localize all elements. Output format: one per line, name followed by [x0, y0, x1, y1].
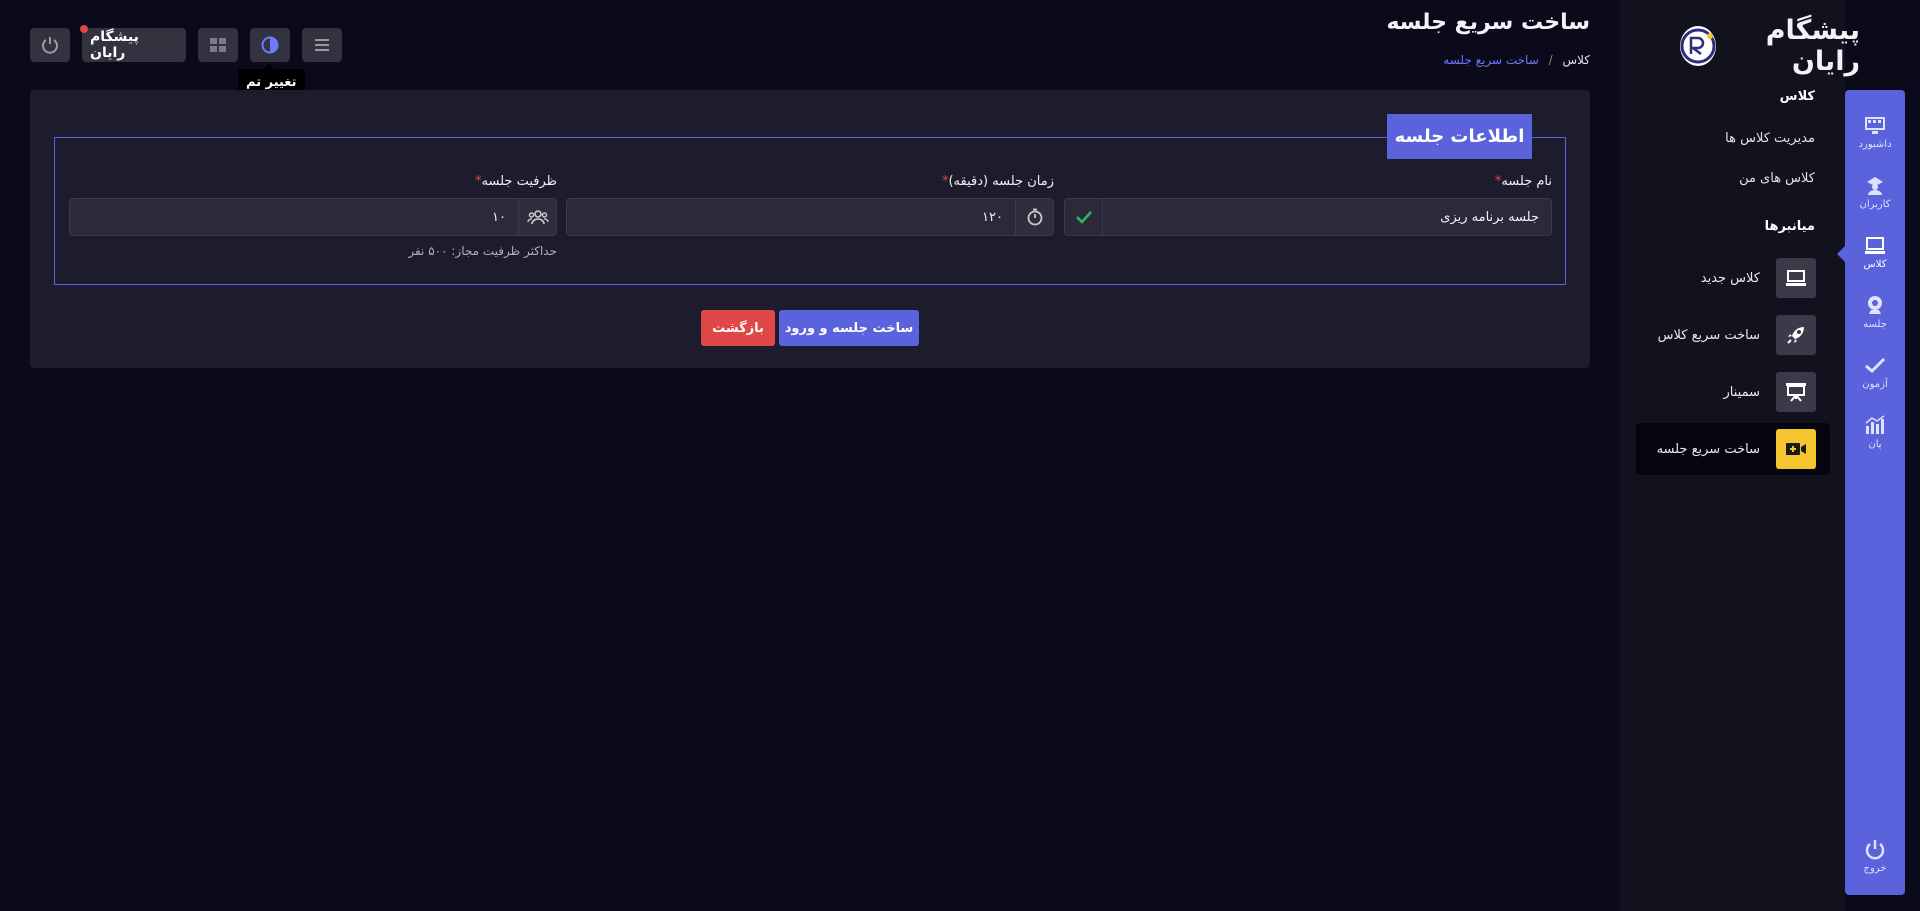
video-add-icon	[1776, 429, 1816, 469]
shortcut-label: ساخت سریع کلاس	[1657, 327, 1760, 343]
shortcut-quick-session[interactable]: ساخت سریع جلسه	[1636, 423, 1830, 475]
submenu-link-manage-classes[interactable]: مدیریت کلاس ها	[1640, 131, 1815, 146]
duration-input[interactable]	[567, 199, 1015, 235]
shortcut-label: ساخت سریع جلسه	[1656, 441, 1760, 457]
rail-label: پان	[1868, 439, 1882, 450]
session-icon	[1868, 296, 1882, 314]
notification-dot	[80, 25, 88, 33]
capacity-hint: حداکثر ظرفیت مجاز: ۵۰۰ نفر	[408, 244, 557, 258]
rail-label: کاربران	[1859, 199, 1891, 210]
session-name-label: نام جلسه*	[1266, 174, 1552, 189]
app-logo[interactable]: پیشگام رایان	[1680, 15, 1860, 77]
rail-label: داشبورد	[1858, 139, 1892, 150]
layout-button[interactable]	[198, 28, 238, 62]
monitor-icon	[1776, 258, 1816, 298]
valid-check-icon	[1065, 199, 1103, 235]
users-icon	[1867, 177, 1883, 195]
rail-label: جلسه	[1863, 319, 1887, 330]
class-icon	[1865, 237, 1885, 254]
rail-item-users[interactable]: کاربران	[1845, 166, 1905, 218]
shortcut-new-class[interactable]: کلاس جدید	[1636, 252, 1830, 304]
breadcrumb: کلاس / ساخت سریع جلسه	[1300, 53, 1590, 67]
breadcrumb-separator: /	[1548, 53, 1553, 67]
rail-label: خروج	[1863, 863, 1887, 874]
rocket-icon	[1776, 315, 1816, 355]
back-button[interactable]: بازگشت	[701, 310, 775, 346]
breadcrumb-root[interactable]: کلاس	[1562, 53, 1590, 67]
chart-icon	[1865, 415, 1885, 434]
rail-item-class[interactable]: کلاس	[1837, 226, 1905, 278]
rail-label: کلاس	[1863, 259, 1887, 270]
shortcut-label: سمینار	[1723, 384, 1761, 400]
menu-button[interactable]	[302, 28, 342, 62]
power-icon	[42, 37, 58, 54]
shortcut-quick-class[interactable]: ساخت سریع کلاس	[1636, 309, 1830, 361]
duration-label-text: زمان جلسه (دقیقه)	[948, 174, 1054, 189]
brand-button-label: پیشگام رایان	[90, 29, 139, 61]
session-name-input[interactable]	[1103, 199, 1551, 235]
logo-mark-icon	[1680, 26, 1716, 66]
presentation-icon	[1776, 372, 1816, 412]
rail-item-dashboard[interactable]: داشبورد	[1845, 106, 1905, 158]
users-group-icon	[518, 199, 556, 235]
nav-rail: داشبورد کاربران کلاس جلسه آزمون پان خروج	[1837, 90, 1905, 895]
power-icon	[1865, 840, 1885, 860]
theme-icon	[261, 36, 279, 54]
rail-label: آزمون	[1862, 379, 1888, 390]
rail-item-exam[interactable]: آزمون	[1845, 346, 1905, 398]
fieldset-legend: اطلاعات جلسه	[1387, 114, 1532, 159]
submenu-section-shortcuts: میانبرها	[1764, 219, 1815, 234]
dashboard-icon	[1865, 117, 1885, 134]
capacity-group	[69, 198, 557, 236]
session-name-label-text: نام جلسه	[1501, 174, 1552, 189]
rail-item-session[interactable]: جلسه	[1845, 286, 1905, 338]
shortcut-label: کلاس جدید	[1700, 270, 1760, 286]
grid-icon	[210, 38, 226, 52]
session-name-group	[1064, 198, 1552, 236]
menu-icon	[315, 39, 329, 51]
timer-icon	[1015, 199, 1053, 235]
brand-button[interactable]: پیشگام رایان	[80, 25, 186, 62]
rail-item-reports[interactable]: پان	[1845, 406, 1905, 458]
check-icon	[1865, 357, 1886, 374]
capacity-input[interactable]	[70, 199, 518, 235]
submenu-link-my-classes[interactable]: کلاس های من	[1640, 171, 1815, 186]
capacity-label-text: ظرفیت جلسه	[481, 174, 557, 189]
shortcut-seminar[interactable]: سمینار	[1636, 366, 1830, 418]
theme-button[interactable]	[250, 28, 290, 62]
capacity-label: ظرفیت جلسه*	[300, 174, 557, 189]
create-and-join-button[interactable]: ساخت جلسه و ورود	[779, 310, 919, 346]
breadcrumb-current[interactable]: ساخت سریع جلسه	[1443, 53, 1538, 67]
duration-group	[566, 198, 1054, 236]
power-button[interactable]	[30, 28, 70, 62]
page-title: ساخت سریع جلسه	[1386, 10, 1590, 35]
submenu-section-class: کلاس	[1779, 89, 1815, 104]
duration-label: زمان جلسه (دقیقه)*	[770, 174, 1054, 189]
rail-item-logout[interactable]: خروج	[1845, 830, 1905, 882]
logo-text: پیشگام رایان	[1765, 15, 1860, 77]
